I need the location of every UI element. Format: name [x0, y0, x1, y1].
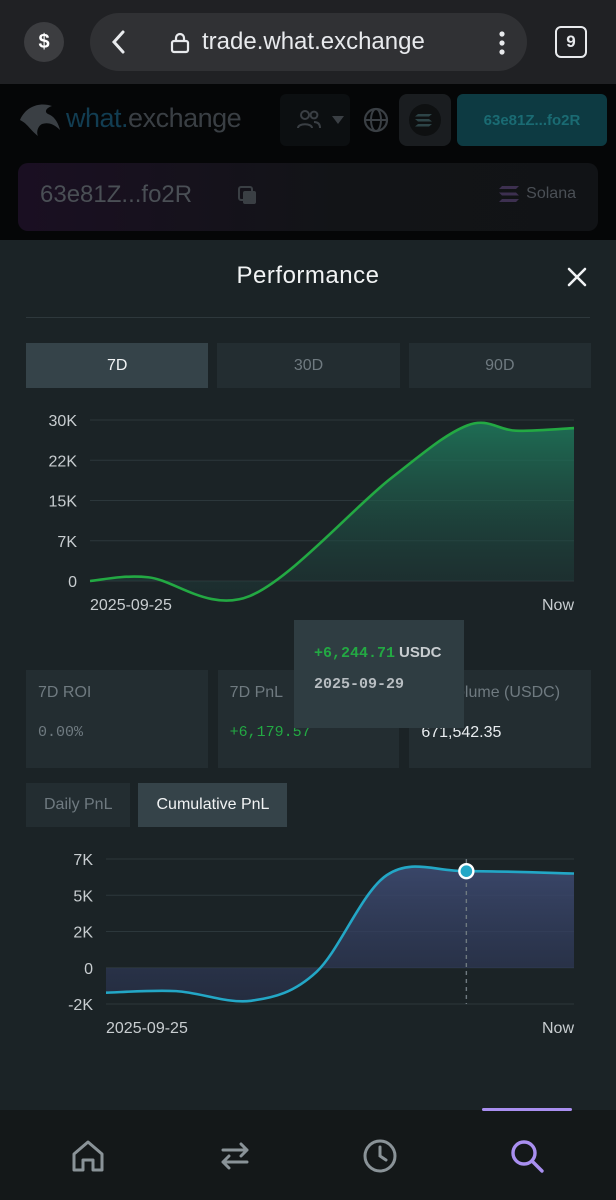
y-tick-label: 0: [68, 574, 77, 591]
globe-icon[interactable]: [362, 106, 390, 134]
chevron-down-icon: [332, 116, 344, 124]
tooltip-value: +6,244.71 USDC: [314, 644, 444, 662]
copy-icon[interactable]: [238, 186, 258, 206]
x-label-end: Now: [542, 1020, 574, 1037]
active-tab-indicator: [482, 1108, 572, 1111]
home-icon[interactable]: [68, 1136, 108, 1176]
tab-cumulative-pnl[interactable]: Cumulative PnL: [138, 783, 288, 827]
wallet-button[interactable]: 63e81Z...fo2R: [457, 94, 607, 146]
sheet-title: Performance: [236, 262, 380, 289]
tab-daily-pnl[interactable]: Daily PnL: [26, 783, 131, 827]
swap-icon[interactable]: [215, 1136, 255, 1176]
dollar-icon[interactable]: $: [24, 22, 64, 62]
y-tick-label: 7K: [57, 534, 77, 551]
account-address: 63e81Z...fo2R: [40, 181, 193, 208]
roi-label: 7D ROI: [38, 684, 92, 701]
back-arrow-icon[interactable]: [108, 29, 132, 55]
chain-label: Solana: [498, 185, 576, 203]
chain-name: Solana: [526, 185, 576, 202]
y-tick-label: 22K: [49, 453, 78, 470]
tab-7d[interactable]: 7D: [26, 343, 209, 388]
logo-text-what: what.: [66, 102, 129, 133]
x-label-start: 2025-09-25: [90, 597, 172, 614]
y-tick-label: 5K: [73, 888, 93, 905]
y-tick-label: 7K: [73, 852, 93, 869]
more-menu-icon[interactable]: [497, 30, 507, 56]
url-text: trade.what.exchange: [202, 28, 425, 55]
divider: [26, 317, 590, 318]
y-tick-label: 2K: [73, 925, 93, 942]
tab-30d[interactable]: 30D: [217, 343, 400, 388]
tooltip-unit: USDC: [399, 644, 442, 661]
y-tick-label: 0: [84, 961, 93, 978]
tooltip-amount: +6,244.71: [314, 645, 396, 662]
account-card: 63e81Z...fo2R Solana: [18, 163, 598, 231]
bird-logo-icon: [20, 104, 60, 136]
bottom-nav: [0, 1110, 616, 1200]
x-label-end: Now: [542, 597, 574, 614]
solana-network-button[interactable]: [399, 94, 451, 146]
browser-toolbar: $ trade.what.exchange 9: [0, 0, 616, 84]
roi-value: 0.00%: [38, 724, 84, 741]
hover-point[interactable]: [458, 862, 475, 880]
chart-tooltip: +6,244.71 USDC 2025-09-29: [294, 620, 464, 728]
history-icon[interactable]: [360, 1136, 400, 1176]
y-tick-label: 15K: [49, 494, 78, 511]
close-icon[interactable]: [566, 266, 588, 288]
tab-90d[interactable]: 90D: [408, 343, 591, 388]
lock-icon: [170, 32, 190, 54]
solana-icon: [499, 186, 520, 202]
address-bar[interactable]: trade.what.exchange: [90, 13, 527, 71]
tooltip-date: 2025-09-29: [314, 676, 405, 693]
roi-card: 7D ROI 0.00%: [26, 670, 208, 768]
solana-icon: [409, 104, 441, 136]
chart-area-fill: [106, 866, 574, 1002]
range-tabs: 7D 30D 90D: [26, 343, 591, 388]
y-tick-label: -2K: [68, 997, 93, 1014]
performance-chart: 30K 22K 15K 7K 0 2025-09-25 Now: [49, 413, 575, 614]
logo-text-exchange: exchange: [128, 102, 242, 133]
x-label-start: 2025-09-25: [106, 1020, 188, 1037]
community-dropdown[interactable]: [280, 94, 350, 146]
pnl-tabs: Daily PnL Cumulative PnL: [26, 783, 288, 827]
y-tick-label: 30K: [49, 413, 78, 430]
chart-area-fill: [90, 422, 574, 601]
users-icon: [297, 110, 321, 129]
tab-switcher-button[interactable]: 9: [555, 26, 587, 58]
logo[interactable]: what.exchange: [18, 100, 242, 136]
search-icon[interactable]: [507, 1136, 547, 1176]
pnl-chart: 7K 5K 2K 0 -2K 2025-09-25 Now: [68, 852, 574, 1037]
